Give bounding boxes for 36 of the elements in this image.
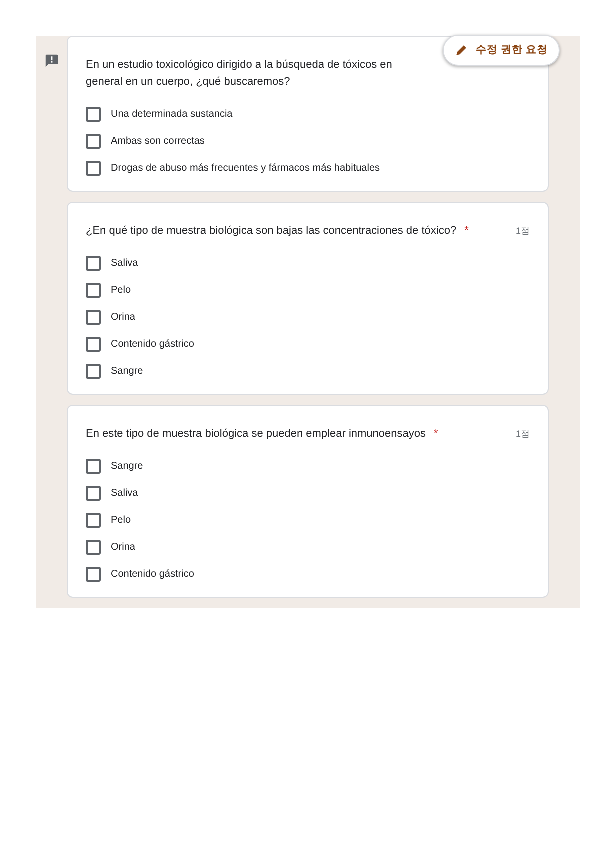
option-label: Una determinada sustancia [111, 108, 233, 122]
option-label: Pelo [111, 514, 132, 528]
question-text: En un estudio toxicológico dirigido a la búsqueda de tóxicos en general en un cuerpo, ¿qué buscaremos? [86, 58, 394, 90]
edit-request-button[interactable]: 수정 권한 요청 [443, 35, 560, 66]
comment-icon[interactable] [44, 54, 58, 68]
option-label: Saliva [111, 257, 138, 271]
checkbox[interactable] [86, 107, 101, 122]
checkbox[interactable] [86, 513, 101, 528]
option-label: Contenido gástrico [111, 568, 194, 582]
required-asterisk: * [464, 224, 469, 239]
question-text: ¿En qué tipo de muestra biológica son bajas las concentraciones de tóxico? [86, 224, 457, 239]
option-label: Saliva [111, 487, 138, 501]
option-label: Drogas de abuso más frecuentes y fármacos más habituales [111, 162, 380, 176]
checkbox[interactable] [86, 459, 101, 474]
checkbox[interactable] [86, 161, 101, 176]
checkbox[interactable] [86, 337, 101, 352]
points-label: 1점 [514, 225, 530, 238]
option-label: Contenido gástrico [111, 338, 194, 352]
checkbox[interactable] [86, 283, 101, 298]
checkbox[interactable] [86, 486, 101, 501]
option-label: Orina [111, 311, 136, 325]
checkbox[interactable] [86, 310, 101, 325]
checkbox[interactable] [86, 256, 101, 271]
option-label: Pelo [111, 284, 132, 298]
checkbox[interactable] [86, 567, 101, 582]
option-label: Sangre [111, 460, 144, 474]
checkbox[interactable] [86, 540, 101, 555]
checkbox[interactable] [86, 364, 101, 379]
option-label: Ambas son correctas [111, 135, 205, 149]
question-text: En este tipo de muestra biológica se pueden emplear inmunoensayos [86, 427, 426, 442]
option-label: Orina [111, 541, 136, 555]
pencil-icon [455, 44, 468, 57]
required-asterisk: * [434, 427, 438, 442]
option-label: Sangre [111, 365, 144, 379]
points-label: 1점 [514, 428, 530, 441]
checkbox[interactable] [86, 134, 101, 149]
